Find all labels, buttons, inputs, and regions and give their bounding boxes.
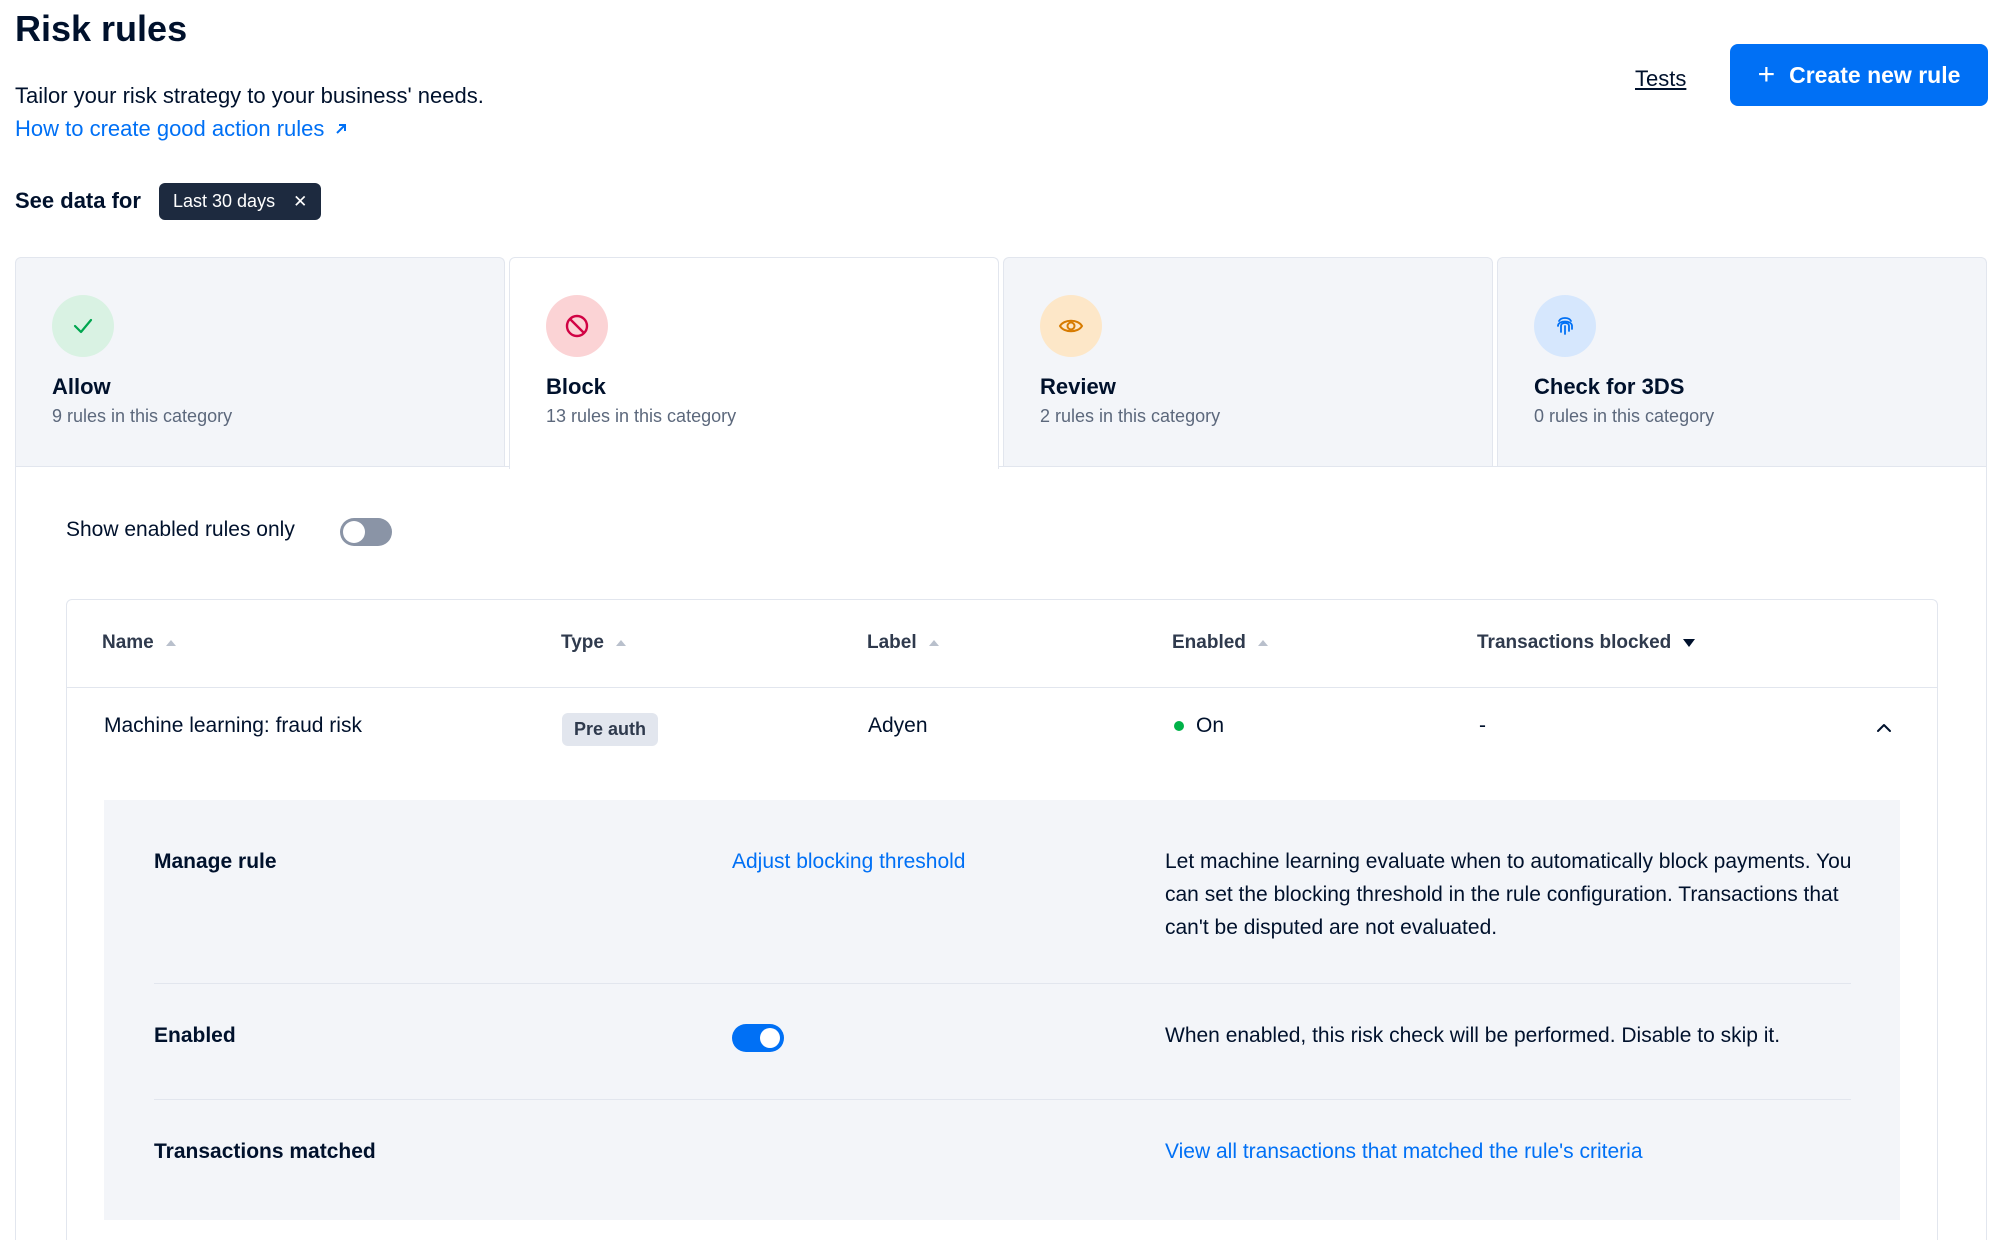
table-row[interactable]: Machine learning: fraud risk Pre auth Ad… xyxy=(67,688,1937,800)
column-enabled[interactable]: Enabled xyxy=(1172,632,1268,654)
tab-check-3ds-title: Check for 3DS xyxy=(1534,374,1685,399)
create-new-rule-label: Create new rule xyxy=(1789,61,1961,88)
tab-review-title: Review xyxy=(1040,374,1116,399)
help-link[interactable]: How to create good action rules xyxy=(15,116,348,142)
plus-icon: + xyxy=(1757,58,1776,91)
transactions-matched-label: Transactions matched xyxy=(154,1140,376,1163)
tab-block[interactable]: Block 13 rules in this category xyxy=(509,257,999,469)
external-link-icon xyxy=(336,124,347,134)
transactions-matched-row: Transactions matched View all transactio… xyxy=(154,1100,1851,1220)
tab-allow[interactable]: Allow 9 rules in this category xyxy=(15,257,505,467)
tests-link[interactable]: Tests xyxy=(1635,66,1686,92)
chevron-up-icon[interactable] xyxy=(1875,719,1893,737)
sort-asc-icon xyxy=(615,640,626,646)
table-header: Name Type Label Enabled Transactions blo… xyxy=(67,600,1937,688)
column-transactions-blocked-label: Transactions blocked xyxy=(1477,632,1672,653)
create-new-rule-button[interactable]: + Create new rule xyxy=(1730,44,1988,106)
page-title: Risk rules xyxy=(15,8,188,49)
view-matched-transactions-link[interactable]: View all transactions that matched the r… xyxy=(1165,1140,1643,1164)
tab-allow-title: Allow xyxy=(52,374,111,399)
see-data-label: See data for xyxy=(15,188,141,213)
column-name-label: Name xyxy=(102,632,154,653)
enabled-label: Enabled xyxy=(154,1024,236,1047)
manage-rule-row: Manage rule Adjust blocking threshold Le… xyxy=(154,800,1851,984)
type-badge: Pre auth xyxy=(562,713,659,746)
date-filter-chip[interactable]: Last 30 days ✕ xyxy=(159,183,322,220)
column-label[interactable]: Label xyxy=(867,632,939,654)
status-dot-icon xyxy=(1174,721,1184,731)
tab-block-count: 13 rules in this category xyxy=(546,406,737,426)
sort-asc-icon xyxy=(165,640,176,646)
block-icon xyxy=(546,295,608,357)
sort-desc-icon xyxy=(1683,639,1696,647)
category-tabs: Allow 9 rules in this category Block 13 … xyxy=(15,257,1987,469)
enabled-description: When enabled, this risk check will be pe… xyxy=(1165,1024,1781,1047)
tab-allow-count: 9 rules in this category xyxy=(52,406,233,426)
fingerprint-icon xyxy=(1534,295,1596,357)
rules-panel: Show enabled rules only Name Type Label … xyxy=(15,466,1987,1240)
page-subtitle: Tailor your risk strategy to your busine… xyxy=(15,83,484,108)
sort-asc-icon xyxy=(928,640,939,646)
eye-icon xyxy=(1040,295,1102,357)
column-label-label: Label xyxy=(867,632,917,653)
transactions-blocked-value: - xyxy=(1479,714,1486,737)
tab-block-title: Block xyxy=(546,374,606,399)
column-type-label: Type xyxy=(561,632,604,653)
sort-asc-icon xyxy=(1257,640,1268,646)
rules-table: Name Type Label Enabled Transactions blo… xyxy=(66,599,1938,1240)
tab-check-3ds[interactable]: Check for 3DS 0 rules in this category xyxy=(1497,257,1987,467)
tab-check-3ds-count: 0 rules in this category xyxy=(1534,406,1715,426)
column-transactions-blocked[interactable]: Transactions blocked xyxy=(1477,632,1696,654)
help-link-text: How to create good action rules xyxy=(15,116,325,141)
date-filter-chip-label: Last 30 days xyxy=(173,191,276,211)
rule-label: Adyen xyxy=(868,714,928,737)
enabled-toggle[interactable] xyxy=(732,1024,784,1052)
column-name[interactable]: Name xyxy=(102,632,176,654)
show-enabled-label: Show enabled rules only xyxy=(66,518,295,541)
rule-name: Machine learning: fraud risk xyxy=(104,714,362,737)
enabled-status: On xyxy=(1174,714,1224,738)
adjust-threshold-link[interactable]: Adjust blocking threshold xyxy=(732,850,965,874)
tab-review-count: 2 rules in this category xyxy=(1040,406,1221,426)
column-enabled-label: Enabled xyxy=(1172,632,1246,653)
tab-review[interactable]: Review 2 rules in this category xyxy=(1003,257,1493,467)
manage-rule-label: Manage rule xyxy=(154,850,277,873)
check-icon xyxy=(52,295,114,357)
enabled-row: Enabled When enabled, this risk check wi… xyxy=(154,984,1851,1100)
risk-rules-page: Risk rules Tailor your risk strategy to … xyxy=(0,0,1999,1240)
show-enabled-toggle[interactable] xyxy=(340,518,392,546)
rule-details: Manage rule Adjust blocking threshold Le… xyxy=(104,800,1900,1220)
column-type[interactable]: Type xyxy=(561,632,626,654)
manage-rule-description: Let machine learning evaluate when to au… xyxy=(1165,850,1852,939)
close-icon[interactable]: ✕ xyxy=(293,192,307,212)
enabled-status-text: On xyxy=(1196,714,1225,737)
